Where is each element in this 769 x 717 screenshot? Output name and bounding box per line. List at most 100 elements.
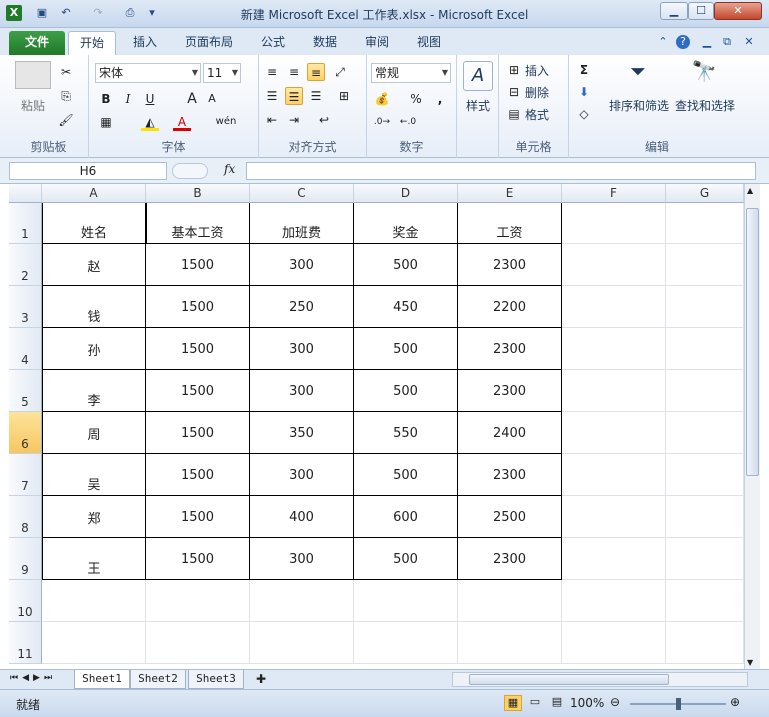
column-header-b[interactable]: B [146, 184, 250, 203]
cell-d8[interactable]: 600 [354, 496, 458, 538]
cell-a9[interactable]: 王 [42, 538, 146, 580]
zoom-slider[interactable] [630, 698, 726, 710]
cell-a8[interactable]: 郑 [42, 496, 146, 538]
cell-c2[interactable]: 300 [250, 244, 354, 286]
format-cells-button[interactable]: 格式 [525, 106, 549, 123]
align-top-icon[interactable]: ≡ [263, 63, 281, 81]
column-header-c[interactable]: C [250, 184, 354, 203]
row-header-11[interactable]: 11 [9, 622, 42, 664]
cell-b9[interactable]: 1500 [146, 538, 250, 580]
cell-g6[interactable] [666, 412, 744, 454]
cell-b11[interactable] [146, 622, 250, 664]
vertical-scrollbar[interactable]: ▲ ▼ [744, 184, 760, 669]
cell-c4[interactable]: 300 [250, 328, 354, 370]
format-cells-icon[interactable]: ▤ [505, 105, 523, 123]
cell-b1[interactable]: 基本工资 [146, 203, 250, 244]
row-header-4[interactable]: 4 [9, 328, 42, 370]
cell-g9[interactable] [666, 538, 744, 580]
cell-b7[interactable]: 1500 [146, 454, 250, 496]
cell-e1[interactable]: 工资 [458, 203, 562, 244]
scroll-down-icon[interactable]: ▼ [747, 658, 753, 667]
sheet-tab-sheet2[interactable]: Sheet2 [130, 670, 186, 689]
sort-filter-icon[interactable]: ⏷ [623, 59, 653, 89]
cell-g8[interactable] [666, 496, 744, 538]
cell-b2[interactable]: 1500 [146, 244, 250, 286]
horizontal-scroll-thumb[interactable] [469, 674, 669, 685]
cell-a4[interactable]: 孙 [42, 328, 146, 370]
paste-button[interactable]: 粘贴 [13, 97, 53, 114]
number-format-combo[interactable]: 常规 ▼ [371, 63, 451, 83]
underline-button[interactable]: U [141, 90, 159, 108]
cell-f2[interactable] [562, 244, 666, 286]
select-all-corner[interactable] [9, 184, 42, 203]
normal-view-icon[interactable]: ▦ [504, 695, 522, 711]
scroll-up-icon[interactable]: ▲ [747, 186, 753, 195]
doc-minimize-icon[interactable]: ▁ [700, 35, 714, 49]
cell-e3[interactable]: 2200 [458, 286, 562, 328]
cell-d3[interactable]: 450 [354, 286, 458, 328]
cell-e2[interactable]: 2300 [458, 244, 562, 286]
paste-icon[interactable] [15, 61, 51, 89]
currency-icon[interactable]: 💰 [373, 90, 391, 108]
tab-insert[interactable]: 插入 [124, 31, 166, 55]
align-middle-icon[interactable]: ≡ [285, 63, 303, 81]
column-header-e[interactable]: E [458, 184, 562, 203]
formula-bar-divider[interactable] [172, 163, 208, 179]
autosum-button[interactable]: Σ [575, 61, 593, 79]
vertical-scroll-thumb[interactable] [746, 208, 759, 476]
cell-c5[interactable]: 300 [250, 370, 354, 412]
cell-f9[interactable] [562, 538, 666, 580]
clear-icon[interactable]: ◇ [575, 105, 593, 123]
row-header-10[interactable]: 10 [9, 580, 42, 622]
cell-e11[interactable] [458, 622, 562, 664]
copy-icon[interactable]: ⎘ [57, 87, 75, 105]
cell-e5[interactable]: 2300 [458, 370, 562, 412]
cell-f4[interactable] [562, 328, 666, 370]
cell-d11[interactable] [354, 622, 458, 664]
cell-d4[interactable]: 500 [354, 328, 458, 370]
grow-font-button[interactable]: A [183, 90, 201, 108]
column-header-a[interactable]: A [42, 184, 146, 203]
cell-e8[interactable]: 2500 [458, 496, 562, 538]
zoom-in-icon[interactable]: ⊕ [730, 695, 740, 709]
cell-e6[interactable]: 2400 [458, 412, 562, 454]
tab-page-layout[interactable]: 页面布局 [176, 31, 242, 55]
column-header-f[interactable]: F [562, 184, 666, 203]
row-header-3[interactable]: 3 [9, 286, 42, 328]
comma-button[interactable]: , [431, 90, 449, 108]
cell-b5[interactable]: 1500 [146, 370, 250, 412]
fill-icon[interactable]: ⬇ [575, 83, 593, 101]
bold-button[interactable]: B [97, 90, 115, 108]
merge-center-icon[interactable]: ⊞ [335, 87, 353, 105]
doc-restore-icon[interactable]: ⧉ [720, 35, 734, 49]
cell-f11[interactable] [562, 622, 666, 664]
cell-g3[interactable] [666, 286, 744, 328]
page-layout-view-icon[interactable]: ▭ [526, 695, 544, 711]
insert-cells-icon[interactable]: ⊞ [505, 61, 523, 79]
font-name-combo[interactable]: 宋体 ▼ [95, 63, 201, 83]
zoom-out-icon[interactable]: ⊖ [610, 695, 620, 709]
sheet-tab-sheet3[interactable]: Sheet3 [188, 670, 244, 689]
delete-cells-button[interactable]: 删除 [525, 84, 549, 101]
cell-g5[interactable] [666, 370, 744, 412]
tab-home[interactable]: 开始 [68, 31, 116, 55]
page-break-view-icon[interactable]: ▤ [548, 695, 566, 711]
cell-g10[interactable] [666, 580, 744, 622]
horizontal-scrollbar[interactable] [452, 672, 748, 687]
close-button[interactable]: ✕ [714, 2, 762, 20]
cell-f7[interactable] [562, 454, 666, 496]
cell-d7[interactable]: 500 [354, 454, 458, 496]
column-header-g[interactable]: G [666, 184, 744, 203]
align-bottom-icon[interactable]: ≡ [307, 63, 325, 81]
sort-filter-button[interactable]: 排序和筛选 [605, 97, 673, 114]
cell-d9[interactable]: 500 [354, 538, 458, 580]
collapse-ribbon-icon[interactable]: ⌃ [656, 35, 670, 49]
cell-f10[interactable] [562, 580, 666, 622]
find-select-icon[interactable]: 🔭 [689, 59, 719, 89]
shrink-font-button[interactable]: A [203, 90, 221, 108]
cell-a11[interactable] [42, 622, 146, 664]
cell-b3[interactable]: 1500 [146, 286, 250, 328]
cell-c6[interactable]: 350 [250, 412, 354, 454]
styles-icon[interactable]: A [463, 61, 493, 91]
cell-g1[interactable] [666, 203, 744, 244]
